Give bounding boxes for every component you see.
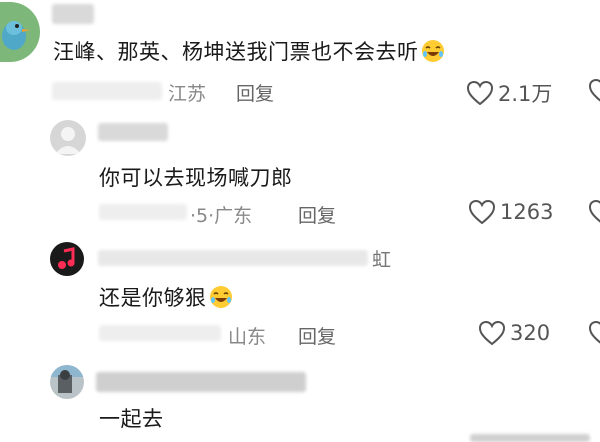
- default-user-icon: [55, 127, 81, 154]
- heart-outline-icon: [468, 199, 496, 225]
- reply-button[interactable]: 回复: [298, 322, 336, 349]
- reply-button[interactable]: 回复: [298, 201, 336, 228]
- username-redacted[interactable]: [96, 372, 306, 392]
- avatar-music[interactable]: [50, 242, 84, 276]
- username-redacted[interactable]: [98, 123, 168, 141]
- bird-avatar-icon: [2, 21, 30, 50]
- like-count: 320: [510, 321, 551, 345]
- like-button[interactable]: 2.1万: [466, 78, 552, 108]
- date-redacted: [99, 325, 221, 341]
- date-redacted: [99, 204, 187, 220]
- heart-outline-icon[interactable]: [588, 78, 600, 104]
- like-button[interactable]: 1263: [468, 199, 553, 225]
- comment-text: 一起去: [99, 407, 164, 431]
- username-redacted[interactable]: [52, 4, 94, 24]
- laughing-emoji-icon: [209, 286, 232, 308]
- date-redacted: [52, 82, 162, 100]
- heart-outline-icon: [478, 320, 506, 346]
- like-count: 1263: [500, 200, 554, 224]
- footer-redacted: [470, 434, 590, 442]
- comment-text: 汪峰、那英、杨坤送我门票也不会去听: [53, 36, 445, 66]
- heart-outline-icon[interactable]: [588, 199, 600, 225]
- username-redacted[interactable]: [98, 250, 368, 266]
- comment-location: 江苏: [168, 83, 207, 105]
- username-partial: 虹: [372, 249, 392, 271]
- photo-avatar-icon: [50, 365, 84, 393]
- avatar-comment-1[interactable]: [0, 2, 40, 62]
- heart-outline-icon: [466, 80, 494, 106]
- avatar-comment-4[interactable]: [50, 365, 84, 399]
- comment-date-location: ·5·广东: [190, 205, 253, 227]
- heart-outline-icon[interactable]: [588, 320, 600, 346]
- reply-button[interactable]: 回复: [236, 79, 274, 106]
- comment-location: 山东: [228, 326, 267, 348]
- like-count: 2.1万: [498, 82, 553, 106]
- laughing-emoji-icon: [421, 40, 444, 62]
- like-button[interactable]: 320: [478, 320, 550, 346]
- comment-text: 还是你够狠: [99, 282, 233, 312]
- avatar-default[interactable]: [50, 120, 86, 156]
- music-note-icon: [58, 247, 75, 269]
- comment-text: 你可以去现场喊刀郎: [99, 166, 293, 190]
